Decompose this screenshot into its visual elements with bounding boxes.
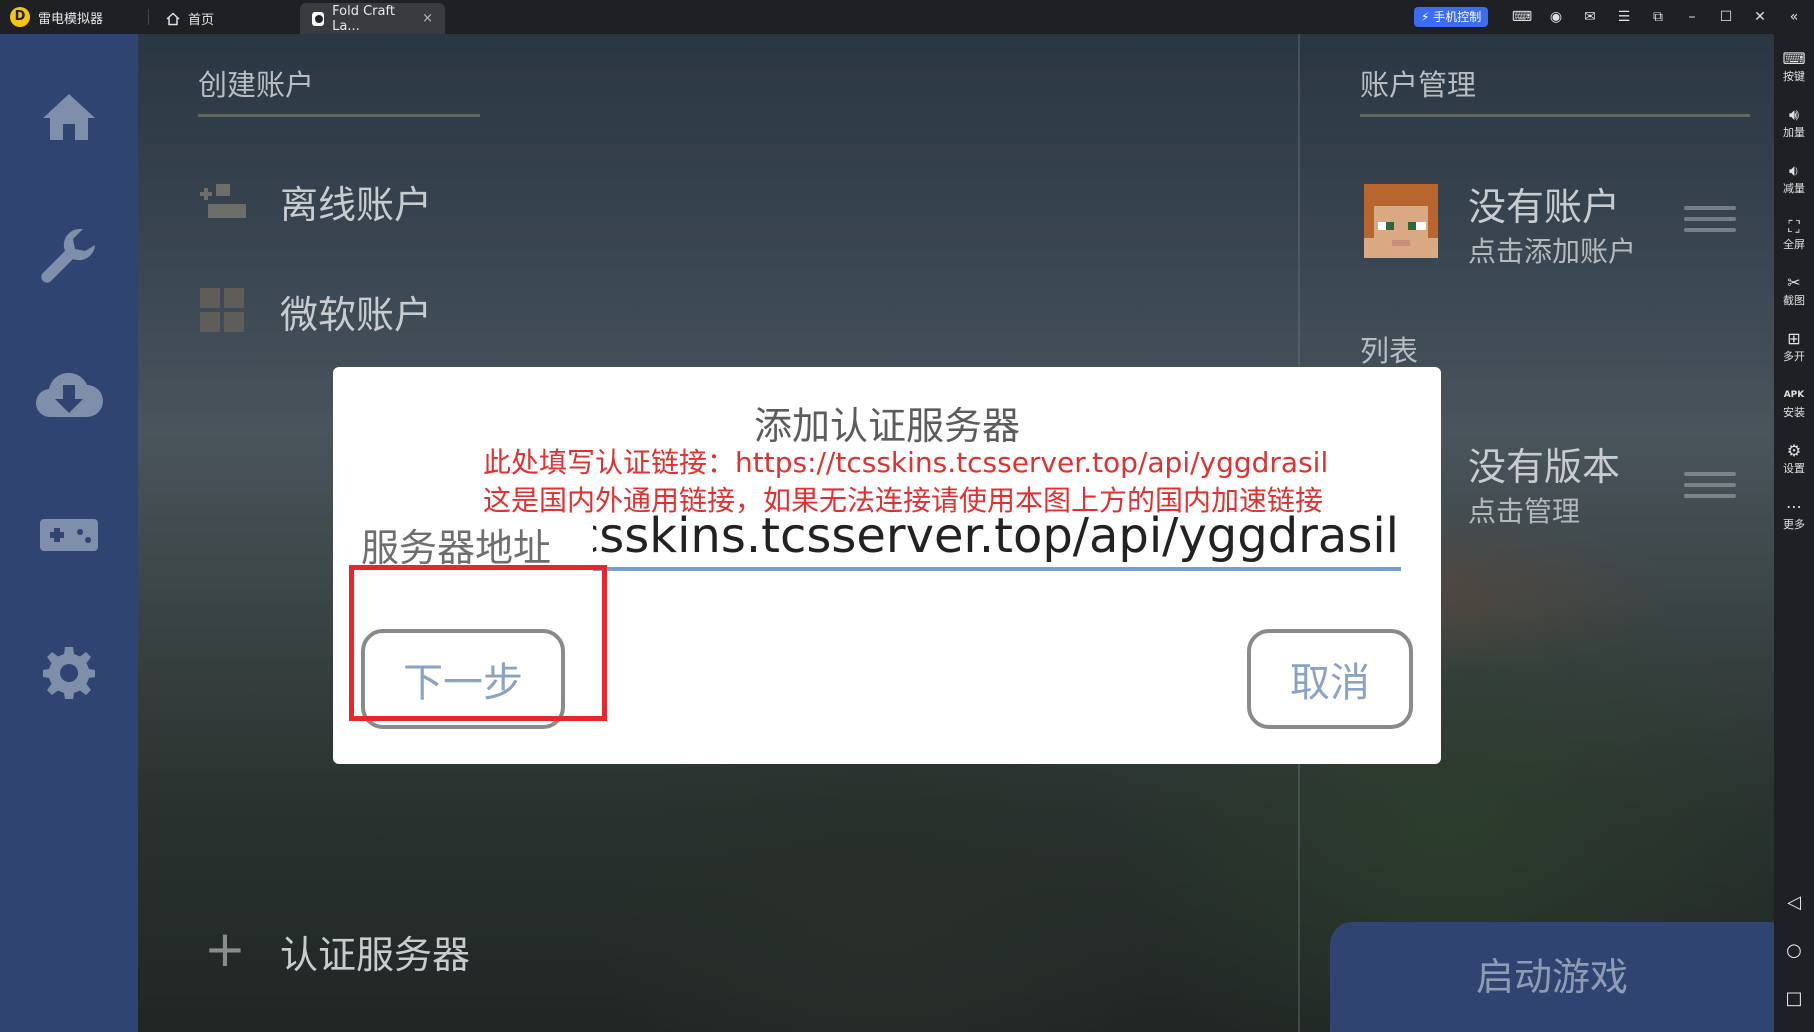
tab-divider: [148, 9, 149, 25]
gear-icon: [43, 647, 95, 699]
tab-home-label: 首页: [188, 13, 215, 28]
fold-craft-tab-icon: [312, 11, 325, 26]
server-address-value: https://tcsskins.tcsserver.top/api/yggdr…: [593, 508, 1399, 564]
version-menu-icon[interactable]: [1684, 472, 1736, 505]
toolbar-install[interactable]: APK 安装: [1774, 384, 1814, 420]
version-list-title: 列表: [1360, 334, 1419, 368]
toolbar-fullscreen[interactable]: ⛶ 全屏: [1774, 216, 1814, 252]
launch-game-button[interactable]: 启动游戏: [1330, 922, 1774, 1032]
multi-instance-icon: ⊞: [1787, 329, 1801, 348]
volume-down-icon: 🔉︎: [1788, 161, 1800, 180]
section-divider: [198, 114, 480, 117]
collapse-icon[interactable]: «: [1777, 6, 1811, 28]
toolbar-label: 设置: [1783, 462, 1805, 475]
phone-control-button[interactable]: ⚡ 手机控制: [1414, 7, 1489, 27]
toolbar-settings[interactable]: ⚙ 设置: [1774, 440, 1814, 476]
toolbar-more[interactable]: ⋯ 更多: [1774, 496, 1814, 532]
recents-icon[interactable]: □: [1774, 988, 1814, 1009]
section-divider: [1360, 114, 1750, 117]
tab-close-icon[interactable]: ×: [422, 11, 433, 26]
toolbar-keyboard[interactable]: ⌨ 按键: [1774, 48, 1814, 84]
next-step-button[interactable]: 下一步: [361, 629, 565, 729]
user-icon[interactable]: ◉: [1539, 6, 1573, 28]
toolbar-label: 安装: [1783, 406, 1805, 419]
close-icon[interactable]: ✕: [1743, 6, 1777, 28]
toolbar-multi[interactable]: ⊞ 多开: [1774, 328, 1814, 364]
scissors-icon: ✂: [1787, 273, 1801, 292]
settings-icon: ⚙: [1786, 441, 1802, 460]
toolbar-label: 按键: [1783, 70, 1805, 83]
steve-avatar: [1364, 184, 1438, 258]
server-address-label: 服务器地址: [361, 526, 552, 570]
restore-icon[interactable]: ⧉: [1641, 6, 1675, 28]
sidebar-controller[interactable]: [30, 500, 108, 570]
account-menu-icon[interactable]: [1684, 206, 1736, 239]
cancel-button[interactable]: 取消: [1247, 629, 1413, 729]
version-title: 没有版本: [1468, 445, 1621, 489]
toolbar-label: 更多: [1783, 518, 1805, 531]
wrench-icon: [41, 229, 95, 283]
annotation-note-line1: 此处填写认证链接：https://tcsskins.tcsserver.top/…: [483, 446, 1329, 479]
emulator-titlebar: D 雷电模拟器 首页 Fold Craft La... × ⚡ 手机控制 ⌨ ◉…: [0, 0, 1814, 34]
version-subtitle: 点击管理: [1468, 495, 1581, 528]
window-controls: ⌨ ◉ ✉ ☰ ⧉ – ☐ ✕ «: [1505, 6, 1811, 28]
menu-icon[interactable]: ☰: [1607, 6, 1641, 28]
offline-user-icon: [200, 184, 246, 218]
toolbar-label: 多开: [1783, 350, 1805, 363]
more-icon: ⋯: [1786, 497, 1802, 516]
fold-craft-launcher: 创建账户 离线账户 微软账户 + 认证服务器 账户管理 没有账户 点击添加账户 …: [0, 34, 1774, 1032]
tab-home[interactable]: 首页: [154, 3, 294, 34]
keyboard-icon: ⌨: [1782, 49, 1806, 68]
home-icon: [43, 94, 95, 140]
toolbar-volume-down[interactable]: 🔉︎ 减量: [1774, 160, 1814, 196]
account-subtitle: 点击添加账户: [1468, 235, 1637, 268]
launcher-sidebar: [0, 34, 138, 1032]
tab-fold-craft[interactable]: Fold Craft La... ×: [300, 3, 445, 34]
toolbar-screenshot[interactable]: ✂ 截图: [1774, 272, 1814, 308]
add-auth-server-dialog: 添加认证服务器 此处填写认证链接：https://tcsskins.tcsser…: [333, 367, 1441, 764]
sidebar-home[interactable]: [30, 82, 108, 152]
toolbar-label: 全屏: [1783, 238, 1805, 251]
home-circle-icon[interactable]: ○: [1774, 940, 1814, 961]
plus-icon: +: [204, 920, 246, 978]
leidian-logo-icon: D: [10, 7, 30, 27]
sidebar-download[interactable]: [30, 360, 108, 430]
fullscreen-icon: ⛶: [1788, 217, 1800, 236]
sidebar-settings[interactable]: [30, 638, 108, 708]
toolbar-label: 加量: [1783, 126, 1805, 139]
toolbar-label: 减量: [1783, 182, 1805, 195]
gamepad-icon[interactable]: ⌨: [1505, 6, 1539, 28]
gamepad-icon: [40, 519, 98, 551]
app-logo: D 雷电模拟器: [10, 7, 103, 27]
server-address-input[interactable]: https://tcsskins.tcsserver.top/api/yggdr…: [593, 505, 1401, 571]
tab-fold-craft-label: Fold Craft La...: [332, 3, 395, 34]
minimize-icon[interactable]: –: [1675, 6, 1709, 28]
account-title: 没有账户: [1468, 185, 1621, 229]
toolbar-label: 截图: [1783, 294, 1805, 307]
microsoft-account-label: 微软账户: [280, 293, 433, 337]
mail-icon[interactable]: ✉: [1573, 6, 1607, 28]
toolbar-volume-up[interactable]: 🔊︎ 加量: [1774, 104, 1814, 140]
auth-server-label: 认证服务器: [280, 933, 471, 977]
emulator-sidebar: ⌨ 按键 🔊︎ 加量 🔉︎ 减量 ⛶ 全屏 ✂ 截图 ⊞ 多开 APK 安装 ⚙…: [1774, 34, 1814, 1032]
apk-icon: APK: [1783, 390, 1805, 400]
lightning-icon: ⚡: [1421, 10, 1430, 24]
cloud-download-icon: [35, 372, 103, 418]
maximize-icon[interactable]: ☐: [1709, 6, 1743, 28]
home-tab-icon: [166, 11, 180, 25]
app-name: 雷电模拟器: [38, 11, 104, 27]
back-icon[interactable]: ◁: [1774, 892, 1814, 913]
volume-up-icon: 🔊︎: [1788, 105, 1800, 124]
sidebar-tools[interactable]: [30, 220, 108, 290]
offline-account-label: 离线账户: [280, 183, 433, 227]
phone-control-label: 手机控制: [1433, 10, 1482, 24]
account-management-title: 账户管理: [1360, 68, 1477, 102]
create-account-title: 创建账户: [198, 68, 315, 102]
microsoft-icon: [200, 288, 244, 332]
